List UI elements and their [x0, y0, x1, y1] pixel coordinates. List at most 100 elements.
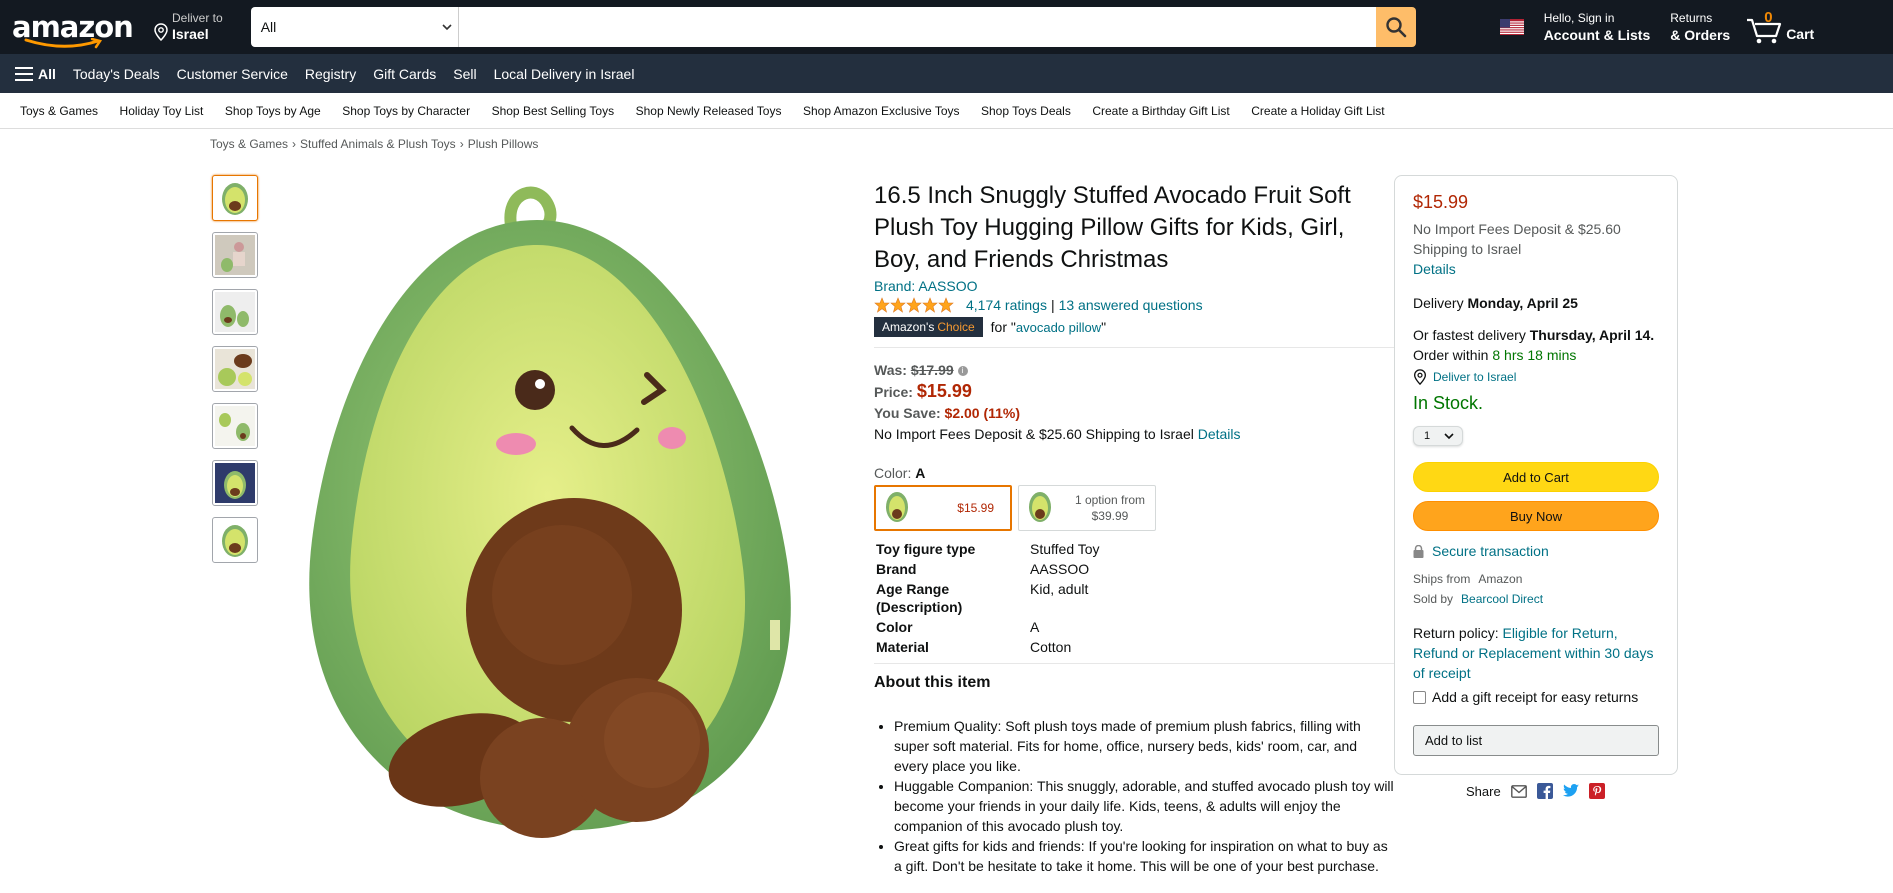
- was-price-row: Was: $17.99 i: [874, 360, 1394, 381]
- account-greeting: Hello, Sign in: [1543, 10, 1615, 25]
- brand-link[interactable]: Brand: AASSOO: [874, 278, 1394, 294]
- amazon-logo[interactable]: amazon: [12, 7, 134, 49]
- thumbnail-image[interactable]: [212, 517, 258, 563]
- deliver-to[interactable]: Deliver to Israel: [154, 7, 223, 47]
- search-category-select[interactable]: All: [250, 7, 459, 47]
- sold-by-label: Sold by: [1413, 592, 1454, 606]
- thumbnail-image[interactable]: [212, 175, 258, 221]
- twitter-icon[interactable]: [1562, 784, 1579, 798]
- subnav-toys-by-age[interactable]: Shop Toys by Age: [225, 104, 321, 118]
- color-swatch[interactable]: 1 option from $39.99: [1018, 485, 1156, 531]
- swatch-price: $15.99: [957, 501, 994, 515]
- stock-status: In Stock.: [1413, 393, 1484, 413]
- search-icon: [1385, 17, 1406, 38]
- subnav-birthday-gift-list[interactable]: Create a Birthday Gift List: [1092, 104, 1229, 118]
- spec-value: AASSOO: [1030, 561, 1090, 577]
- email-icon[interactable]: [1510, 784, 1527, 798]
- spec-row: Age Range (Description) Kid, adult: [874, 579, 1394, 617]
- swatch-option-line1: 1 option from: [1074, 493, 1145, 507]
- all-menu-button[interactable]: All: [15, 66, 56, 82]
- nav-todays-deals[interactable]: Today's Deals: [73, 66, 160, 82]
- account-menu[interactable]: Hello, Sign in Account & Lists: [1544, 11, 1651, 44]
- search-button[interactable]: [1375, 7, 1416, 47]
- price-label: Price:: [874, 384, 913, 400]
- feature-bullet: Great gifts for kids and friends: If you…: [894, 836, 1394, 876]
- nav-sell[interactable]: Sell: [453, 66, 476, 82]
- detail-thumbnail: [215, 349, 255, 389]
- subnav-amazon-exclusive[interactable]: Shop Amazon Exclusive Toys: [803, 104, 960, 118]
- cart-button[interactable]: 0 Cart: [1746, 9, 1814, 45]
- add-to-cart-button[interactable]: Add to Cart: [1413, 462, 1659, 492]
- gift-receipt-checkbox[interactable]: [1413, 690, 1426, 704]
- subnav-toys-deals[interactable]: Shop Toys Deals: [981, 104, 1071, 118]
- buybox-details-link[interactable]: Details: [1413, 261, 1456, 277]
- spec-row: Brand AASSOO: [874, 559, 1394, 579]
- secure-transaction-link[interactable]: Secure transaction: [1413, 543, 1659, 559]
- thumbnail-image[interactable]: [212, 460, 258, 506]
- product-details: 16.5 Inch Snuggly Stuffed Avocado Fruit …: [874, 180, 1394, 876]
- subnav-holiday-toy-list[interactable]: Holiday Toy List: [120, 104, 204, 118]
- nav-gift-cards[interactable]: Gift Cards: [373, 66, 436, 82]
- subnav-best-selling[interactable]: Shop Best Selling Toys: [492, 104, 615, 118]
- deliver-label: Deliver to: [172, 11, 223, 25]
- subnav-toys-games[interactable]: Toys & Games: [20, 104, 98, 118]
- savings-label: You Save:: [874, 405, 941, 421]
- ships-sold-info: Ships from Amazon Sold by Bearcool Direct: [1413, 569, 1659, 609]
- breadcrumb-item[interactable]: Toys & Games: [210, 137, 288, 151]
- account-lists-label: Account & Lists: [1543, 26, 1651, 43]
- facebook-icon[interactable]: [1536, 783, 1553, 799]
- subnav-newly-released[interactable]: Shop Newly Released Toys: [636, 104, 782, 118]
- all-menu-label: All: [38, 65, 56, 82]
- color-label-text: Color:: [874, 465, 912, 481]
- ratings-link[interactable]: 4,174 ratings: [966, 297, 1047, 313]
- subnav-toys-by-character[interactable]: Shop Toys by Character: [342, 104, 470, 118]
- thumbnail-image[interactable]: [212, 232, 258, 278]
- color-swatch-selected[interactable]: $15.99: [874, 485, 1012, 531]
- seller-link[interactable]: Bearcool Direct: [1461, 592, 1543, 606]
- quantity-select[interactable]: 1: [1413, 426, 1463, 446]
- location-pin-icon: [1413, 369, 1427, 385]
- buy-now-button[interactable]: Buy Now: [1413, 501, 1659, 531]
- answered-questions-link[interactable]: 13 answered questions: [1059, 297, 1203, 313]
- main-product-image[interactable]: [292, 180, 802, 860]
- chevron-down-icon: [442, 24, 452, 31]
- search-category-value: All: [260, 19, 277, 35]
- subnav-holiday-gift-list[interactable]: Create a Holiday Gift List: [1251, 104, 1384, 118]
- nav-customer-service[interactable]: Customer Service: [177, 66, 288, 82]
- add-to-list-button[interactable]: Add to list: [1413, 725, 1659, 756]
- thumbnail-image[interactable]: [212, 346, 258, 392]
- lifestyle-thumbnail: [215, 235, 255, 275]
- deliver-to-link[interactable]: Deliver to Israel: [1413, 369, 1659, 385]
- thumbnail-image[interactable]: [212, 403, 258, 449]
- star-rating[interactable]: [874, 297, 956, 313]
- us-flag-icon[interactable]: [1499, 19, 1524, 35]
- fastest-delivery-info: Or fastest delivery Thursday, April 14. …: [1413, 325, 1659, 365]
- pinterest-icon[interactable]: [1588, 783, 1605, 799]
- quantity-value: 1: [1424, 430, 1431, 442]
- gift-thumbnail: [215, 463, 255, 503]
- choice-query-link[interactable]: avocado pillow: [1016, 320, 1101, 335]
- deliver-to-text: Deliver to Israel: [1433, 370, 1517, 384]
- star-icons: [874, 297, 954, 313]
- details-link[interactable]: Details: [1198, 426, 1241, 442]
- nav-local-delivery[interactable]: Local Delivery in Israel: [494, 66, 635, 82]
- avocado-thumbnail: [222, 183, 248, 215]
- divider: [874, 663, 1394, 664]
- returns-orders[interactable]: Returns & Orders: [1670, 11, 1730, 44]
- spec-key: Color: [876, 619, 913, 635]
- feature-bullet: Huggable Companion: This snuggly, adorab…: [894, 776, 1394, 836]
- choice-for-text: for "avocado pillow": [991, 319, 1106, 335]
- amazons-choice-badge: Amazon's Choice: [874, 317, 983, 337]
- search-input[interactable]: [458, 7, 1376, 47]
- nav-registry[interactable]: Registry: [305, 66, 356, 82]
- thumbnail-image[interactable]: [212, 289, 258, 335]
- return-policy: Return policy: Eligible for Return, Refu…: [1413, 623, 1659, 683]
- fastest-delivery-label: Or fastest delivery: [1413, 327, 1526, 343]
- lock-icon: [1413, 544, 1424, 558]
- breadcrumb-item[interactable]: Stuffed Animals & Plush Toys: [300, 137, 456, 151]
- breadcrumb-separator: ›: [292, 137, 297, 151]
- breadcrumb-item[interactable]: Plush Pillows: [468, 137, 539, 151]
- info-icon[interactable]: i: [957, 366, 968, 377]
- secure-transaction-label: Secure transaction: [1432, 543, 1549, 559]
- savings-row: You Save: $2.00 (11%): [874, 403, 1394, 424]
